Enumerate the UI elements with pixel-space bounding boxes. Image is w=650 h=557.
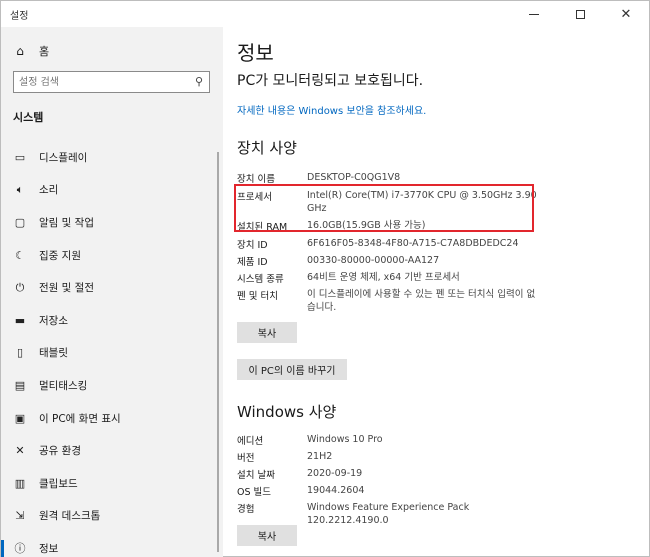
spec-value: 00330-80000-00000-AA127 — [307, 255, 440, 266]
spec-value: 2020-09-19 — [307, 468, 363, 479]
rename-pc-button[interactable]: 이 PC의 이름 바꾸기 — [237, 359, 347, 380]
spec-key: 펜 및 터치 — [237, 291, 278, 302]
spec-key: OS 빌드 — [237, 487, 272, 498]
sidebar-item-label: 저장소 — [39, 314, 68, 327]
window-title: 설정 — [10, 11, 29, 22]
minimize-icon — [529, 13, 539, 15]
power-icon: ⏻ — [15, 280, 25, 294]
sidebar-item-focus-assist[interactable]: ☾ 집중 지원 — [1, 239, 217, 272]
search-icon[interactable]: ⚲ — [195, 75, 203, 88]
sidebar-nav: ▭ 디스플레이 🔈︎ 소리 ▢ 알림 및 작업 ☾ 집중 지원 ⏻ 전원 및 절… — [1, 141, 217, 557]
sidebar-item-tablet[interactable]: ▯ 태블릿 — [1, 337, 217, 370]
spec-key: 시스템 종류 — [237, 274, 284, 285]
maximize-icon — [575, 9, 585, 19]
sidebar-section-heading: 시스템 — [13, 111, 44, 124]
sidebar-item-label: 알림 및 작업 — [39, 216, 94, 229]
multitask-icon: ▤ — [14, 378, 26, 392]
sidebar-item-project[interactable]: ▣ 이 PC에 화면 표시 — [1, 402, 217, 435]
main-content: 정보 PC가 모니터링되고 보호됩니다. 자세한 내용은 Windows 보안을… — [223, 27, 649, 557]
spec-value: 19044.2604 — [307, 485, 365, 496]
sidebar-item-label: 정보 — [39, 542, 59, 555]
device-specs-heading: 장치 사양 — [237, 139, 297, 157]
sidebar-item-label: 소리 — [39, 184, 59, 197]
sidebar-item-clipboard[interactable]: ▥ 클립보드 — [1, 467, 217, 500]
remote-icon: ⇲ — [15, 509, 25, 523]
sidebar-item-home[interactable]: ⌂ 홈 — [13, 41, 49, 61]
moon-icon: ☾ — [15, 248, 25, 262]
copy-windows-specs-button[interactable]: 복사 — [237, 525, 297, 546]
spec-key: 버전 — [237, 453, 255, 464]
sidebar-item-label: 홈 — [39, 45, 50, 58]
spec-value: DESKTOP-C0QG1V8 — [307, 172, 401, 183]
share-icon: ✕ — [15, 444, 25, 458]
sidebar-item-label: 원격 데스크톱 — [39, 510, 101, 523]
sidebar-item-remote-desktop[interactable]: ⇲ 원격 데스크톱 — [1, 500, 217, 533]
sidebar-item-power[interactable]: ⏻ 전원 및 절전 — [1, 271, 217, 304]
sidebar-item-sound[interactable]: 🔈︎ 소리 — [1, 174, 217, 207]
spec-key: 장치 ID — [237, 240, 268, 251]
settings-window: 설정 ✕ ⌂ 홈 ⚲ 시스템 ▭ 디스플레이 🔈︎ 소리 ▢ 알림 및 — [0, 0, 650, 557]
sidebar-item-label: 집중 지원 — [39, 249, 81, 262]
spec-value: Windows 10 Pro — [307, 434, 383, 445]
spec-key: 설치 날짜 — [237, 470, 275, 481]
notification-icon: ▢ — [14, 215, 26, 229]
speaker-icon: 🔈︎ — [16, 182, 24, 196]
spec-value: 6F616F05-8348-4F80-A715-C7A8DBDEDC24 — [307, 238, 519, 249]
home-icon: ⌂ — [16, 44, 24, 58]
sidebar-item-notifications[interactable]: ▢ 알림 및 작업 — [1, 206, 217, 239]
sidebar-item-label: 이 PC에 화면 표시 — [39, 412, 121, 425]
sidebar-item-label: 클립보드 — [39, 477, 78, 490]
info-icon: ⓘ — [14, 542, 26, 556]
highlight-box — [234, 184, 534, 232]
spec-key: 에디션 — [237, 436, 264, 447]
sidebar-item-label: 디스플레이 — [39, 151, 88, 164]
spec-value: 64비트 운영 체제, x64 기반 프로세서 — [307, 272, 460, 283]
storage-icon: ▬ — [14, 313, 26, 327]
minimize-button[interactable] — [511, 1, 557, 27]
sidebar-scrollbar[interactable] — [217, 152, 219, 552]
active-indicator — [1, 540, 4, 557]
spec-key: 경험 — [237, 504, 255, 515]
display-icon: ▭ — [14, 150, 26, 164]
spec-value: 21H2 — [307, 451, 333, 462]
sidebar-item-storage[interactable]: ▬ 저장소 — [1, 304, 217, 337]
sidebar-item-label: 멀티태스킹 — [39, 379, 88, 392]
sidebar-item-label: 태블릿 — [39, 347, 68, 360]
search-box: ⚲ — [13, 71, 210, 93]
sidebar-item-shared-experiences[interactable]: ✕ 공유 환경 — [1, 434, 217, 467]
sidebar-item-label: 공유 환경 — [39, 445, 81, 458]
sidebar-item-display[interactable]: ▭ 디스플레이 — [1, 141, 217, 174]
sidebar: ⌂ 홈 ⚲ 시스템 ▭ 디스플레이 🔈︎ 소리 ▢ 알림 및 작업 ☾ 집중 지 — [1, 27, 223, 557]
windows-specs-heading: Windows 사양 — [237, 403, 337, 421]
spec-value: Windows Feature Experience Pack 120.2212… — [307, 502, 470, 526]
spec-key: 장치 이름 — [237, 174, 275, 185]
windows-security-link[interactable]: 자세한 내용은 Windows 보안을 참조하세요. — [237, 102, 426, 117]
close-button[interactable]: ✕ — [603, 1, 649, 27]
clipboard-icon: ▥ — [14, 476, 26, 490]
spec-value: 이 디스플레이에 사용할 수 있는 펜 또는 터치식 입력이 없습니다. — [307, 289, 536, 313]
title-bar: 설정 ✕ — [1, 1, 649, 27]
sidebar-item-about[interactable]: ⓘ 정보 — [1, 532, 217, 557]
page-title: 정보 — [237, 41, 274, 65]
sidebar-item-multitasking[interactable]: ▤ 멀티태스킹 — [1, 369, 217, 402]
tablet-icon: ▯ — [16, 346, 24, 360]
close-icon: ✕ — [620, 6, 632, 22]
search-input[interactable] — [19, 75, 189, 90]
copy-device-specs-button[interactable]: 복사 — [237, 322, 297, 343]
project-icon: ▣ — [14, 411, 26, 425]
protection-status: PC가 모니터링되고 보호됩니다. — [237, 73, 424, 89]
spec-key: 제품 ID — [237, 257, 268, 268]
sidebar-item-label: 전원 및 절전 — [39, 282, 94, 295]
maximize-button[interactable] — [557, 1, 603, 27]
